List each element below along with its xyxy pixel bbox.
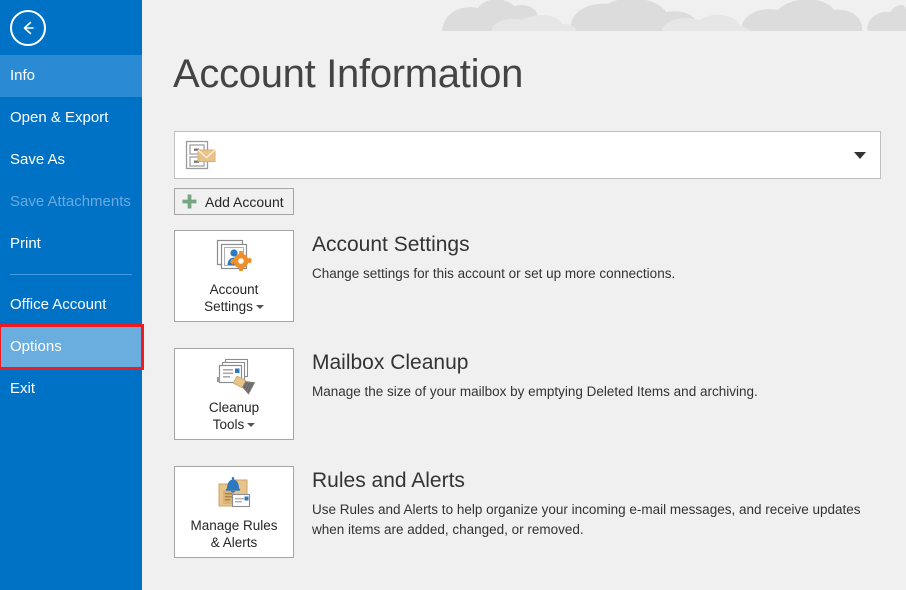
sidebar-item-office-account[interactable]: Office Account — [0, 284, 142, 326]
label-line-1: Manage Rules — [190, 518, 277, 533]
sidebar-item-label: Save Attachments — [10, 193, 131, 210]
feature-title: Rules and Alerts — [312, 468, 872, 494]
account-settings-button-label: Account Settings — [204, 281, 264, 315]
sidebar-item-label: Info — [10, 67, 35, 84]
feature-rules-and-alerts: Manage Rules & Alerts Rules and Alerts U… — [174, 466, 872, 558]
label-line-1: Account — [210, 282, 259, 297]
sidebar-item-label: Exit — [10, 380, 35, 397]
sidebar-item-label: Print — [10, 235, 41, 252]
manage-rules-alerts-icon — [213, 474, 255, 514]
feature-account-settings: Account Settings Account Settings Change… — [174, 230, 675, 322]
label-line-2: & Alerts — [211, 535, 258, 550]
sidebar-item-label: Office Account — [10, 296, 106, 313]
label-line-2: Tools — [213, 417, 245, 432]
sidebar-item-info[interactable]: Info — [0, 55, 142, 97]
feature-text-block: Rules and Alerts Use Rules and Alerts to… — [312, 466, 872, 540]
add-account-button[interactable]: Add Account — [174, 188, 294, 215]
manage-rules-alerts-button-label: Manage Rules & Alerts — [190, 517, 277, 551]
sidebar-item-open-export[interactable]: Open & Export — [0, 97, 142, 139]
feature-mailbox-cleanup: Cleanup Tools Mailbox Cleanup Manage the… — [174, 348, 758, 440]
account-selector-combobox[interactable] — [174, 131, 881, 179]
account-mail-icon — [184, 139, 218, 171]
account-settings-button[interactable]: Account Settings — [174, 230, 294, 322]
plus-icon — [181, 193, 198, 210]
cleanup-tools-icon — [213, 356, 255, 396]
account-settings-icon — [213, 238, 255, 278]
decorative-cloud-band — [142, 0, 906, 33]
feature-text-block: Mailbox Cleanup Manage the size of your … — [312, 348, 758, 402]
sidebar-item-label: Save As — [10, 151, 65, 168]
sidebar-item-label: Options — [10, 338, 62, 355]
backstage-sidebar: Info Open & Export Save As Save Attachme… — [0, 0, 142, 590]
feature-title: Mailbox Cleanup — [312, 350, 758, 376]
back-arrow-icon — [10, 10, 46, 46]
sidebar-item-save-as[interactable]: Save As — [0, 139, 142, 181]
cleanup-tools-button[interactable]: Cleanup Tools — [174, 348, 294, 440]
add-account-label: Add Account — [205, 194, 284, 210]
sidebar-item-print[interactable]: Print — [0, 223, 142, 265]
outlook-backstage-view: Info Open & Export Save As Save Attachme… — [0, 0, 906, 590]
sidebar-item-save-attachments: Save Attachments — [0, 181, 142, 223]
chevron-down-icon[interactable] — [247, 423, 255, 427]
cleanup-tools-button-label: Cleanup Tools — [209, 399, 259, 433]
label-line-2: Settings — [204, 299, 253, 314]
chevron-down-icon[interactable] — [256, 305, 264, 309]
backstage-main-panel: Account Information — [142, 0, 906, 590]
sidebar-item-exit[interactable]: Exit — [0, 368, 142, 410]
sidebar-item-options[interactable]: Options — [0, 326, 142, 368]
feature-description: Change settings for this account or set … — [312, 264, 675, 284]
feature-description: Manage the size of your mailbox by empty… — [312, 382, 758, 402]
back-button[interactable] — [0, 0, 142, 55]
feature-title: Account Settings — [312, 232, 675, 258]
feature-description: Use Rules and Alerts to help organize yo… — [312, 500, 872, 540]
chevron-down-icon[interactable] — [854, 152, 866, 159]
sidebar-divider — [10, 274, 132, 275]
sidebar-item-label: Open & Export — [10, 109, 108, 126]
page-title: Account Information — [173, 52, 523, 97]
label-line-1: Cleanup — [209, 400, 259, 415]
manage-rules-alerts-button[interactable]: Manage Rules & Alerts — [174, 466, 294, 558]
feature-text-block: Account Settings Change settings for thi… — [312, 230, 675, 284]
